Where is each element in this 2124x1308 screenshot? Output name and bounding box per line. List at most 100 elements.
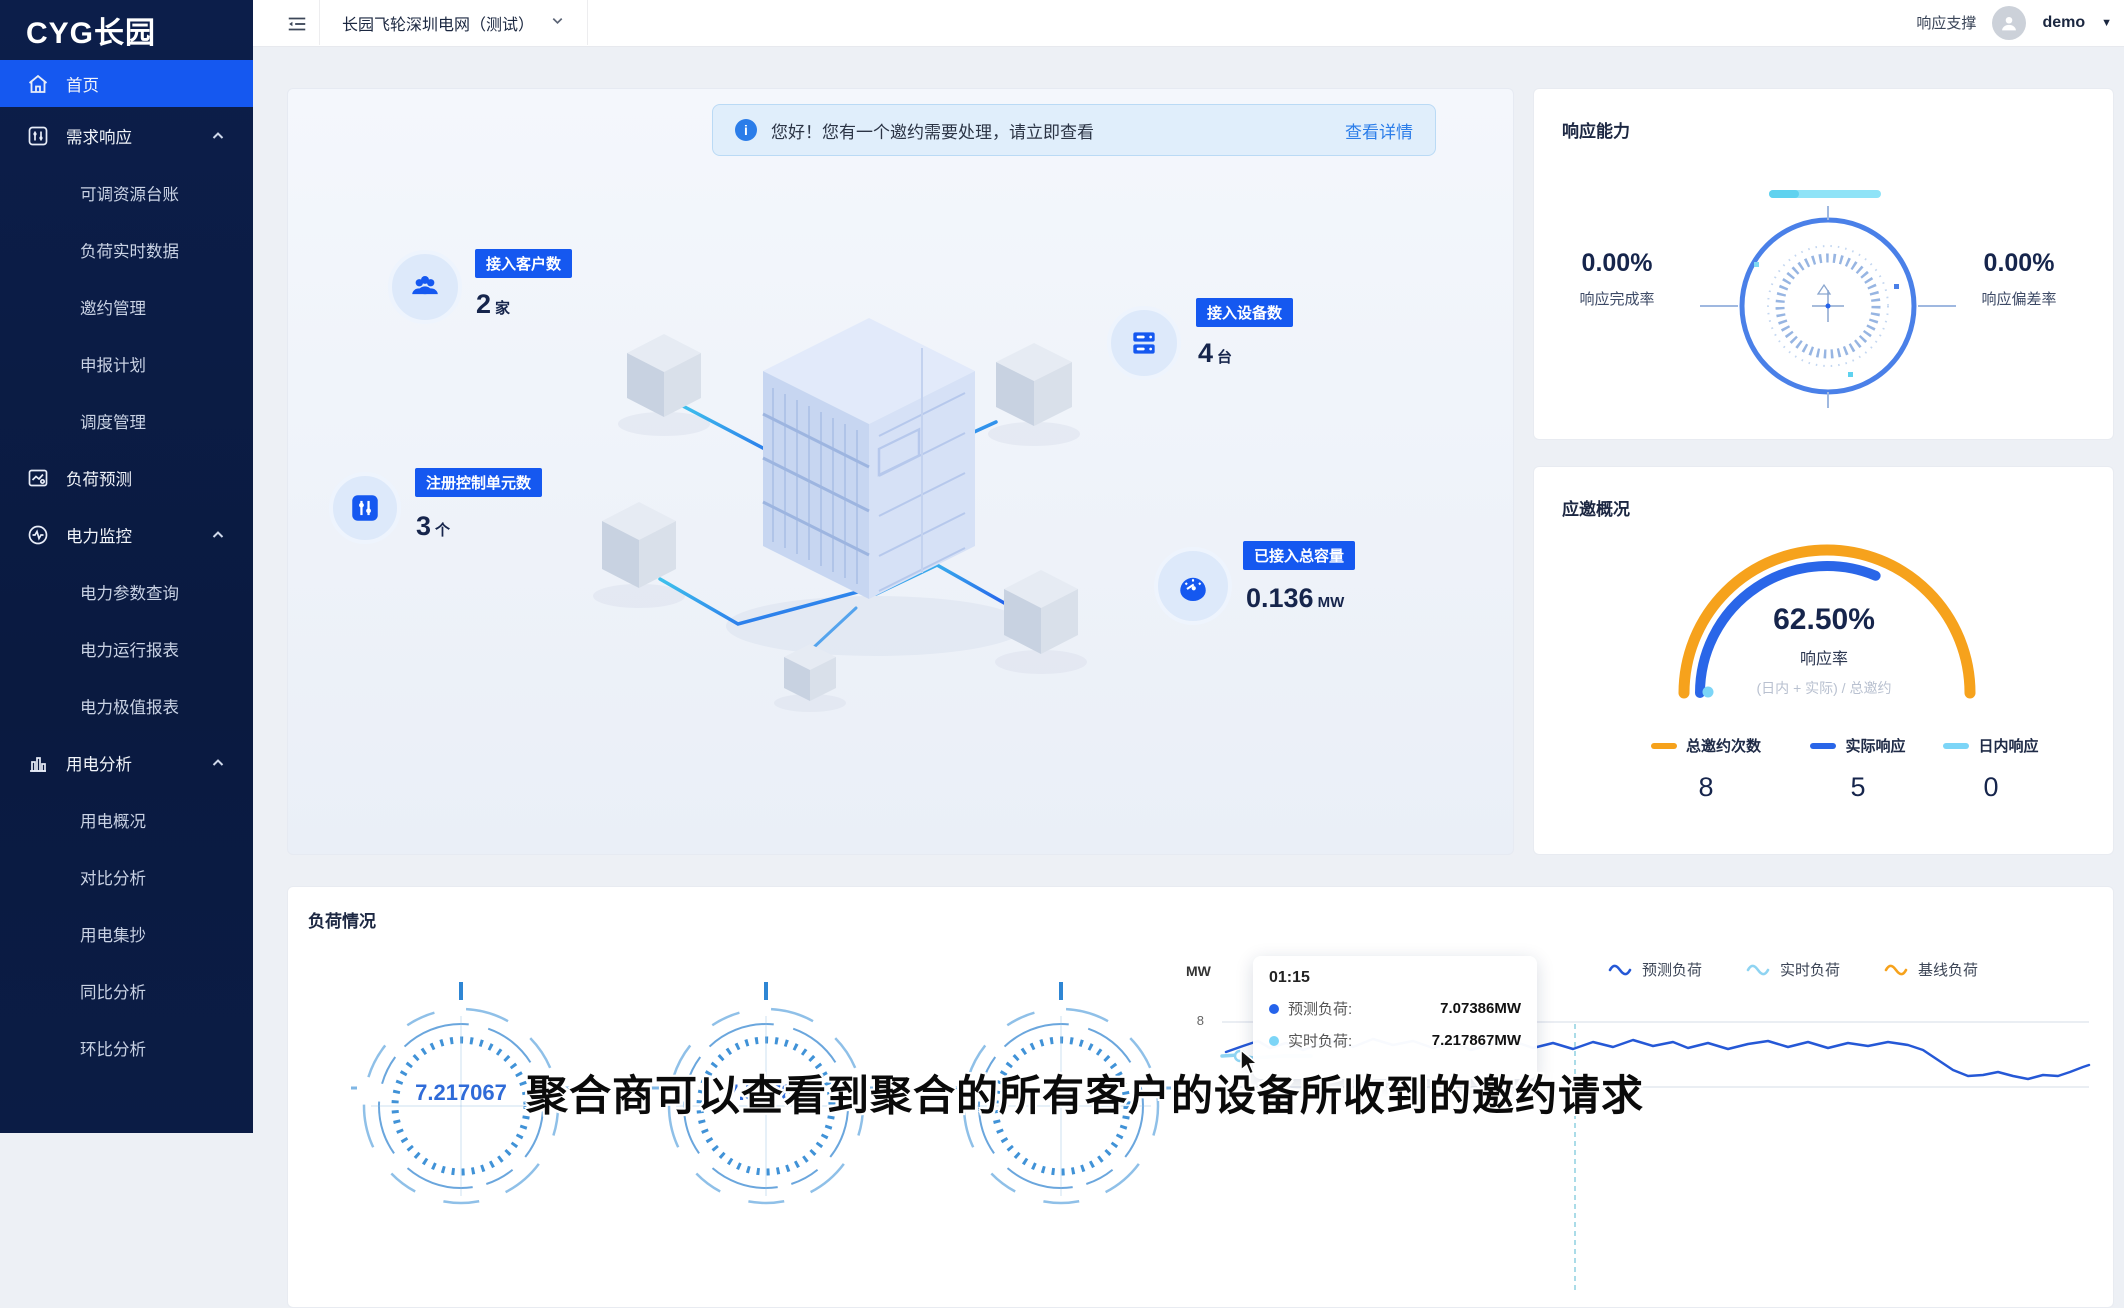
control-unit-icon xyxy=(348,491,382,525)
tooltip-row: 实时负荷: 7.217867MW xyxy=(1269,1030,1521,1051)
bar-chart-icon xyxy=(26,751,50,775)
card-title: 响应能力 xyxy=(1562,117,1630,142)
sliders-icon xyxy=(26,124,50,148)
sidebar-item-label: 负荷预测 xyxy=(66,466,132,490)
legend-value: 0 xyxy=(1926,772,2056,803)
legend-dash-cyan xyxy=(1943,743,1969,749)
edge-cube xyxy=(996,343,1072,426)
sidebar-item-label: 用电分析 xyxy=(66,751,132,775)
users-icon xyxy=(408,270,442,304)
org-selector[interactable]: 长园飞轮深圳电网（测试） xyxy=(319,0,588,45)
sidebar-item-power-monitoring[interactable]: 电力监控 xyxy=(0,506,253,563)
sidebar-item-dispatch-management[interactable]: 调度管理 xyxy=(0,392,253,449)
edge-cube xyxy=(627,334,701,417)
radar-gauge xyxy=(1698,176,1958,436)
dot-cyan xyxy=(1269,1036,1279,1046)
completion-rate-metric: 0.00% 响应完成率 xyxy=(1552,249,1682,309)
chevron-up-icon xyxy=(211,756,225,770)
forecast-icon xyxy=(26,466,50,490)
sidebar-item-power-analysis[interactable]: 用电分析 xyxy=(0,734,253,791)
edge-cube xyxy=(1004,570,1078,654)
sidebar-item-label: 用电概况 xyxy=(80,808,146,832)
sidebar-item-label: 首页 xyxy=(66,72,99,96)
legend-actual-response[interactable]: 实际响应 5 xyxy=(1793,735,1923,803)
legend-label: 实际响应 xyxy=(1845,735,1905,756)
wave-icon xyxy=(1746,963,1770,977)
stat-badge: 已接入总容量 xyxy=(1243,541,1355,570)
devices-stat-icon-circle xyxy=(1107,306,1181,380)
menu-collapse-icon[interactable] xyxy=(286,13,308,35)
legend-label: 日内响应 xyxy=(1978,735,2038,756)
legend-label: 总邀约次数 xyxy=(1686,735,1761,756)
stat-value: 3个 xyxy=(416,511,450,542)
sidebar-item-power-usage-overview[interactable]: 用电概况 xyxy=(0,791,253,848)
wave-icon xyxy=(1884,963,1908,977)
isometric-network-illustration xyxy=(561,296,1141,726)
chart-legend: 预测负荷 实时负荷 基线负荷 xyxy=(1608,959,1978,980)
sidebar-item-label: 申报计划 xyxy=(80,352,146,376)
sidebar-item-label: 需求响应 xyxy=(66,124,132,148)
stat-badge: 接入设备数 xyxy=(1196,298,1293,327)
info-icon: i xyxy=(735,119,757,141)
notification-banner: i 您好！您有一个邀约需要处理，请立即查看 查看详情 xyxy=(712,104,1436,156)
legend-value: 5 xyxy=(1793,772,1923,803)
stat-number: 0.136 xyxy=(1246,583,1314,613)
tooltip-row: 预测负荷: 7.07386MW xyxy=(1269,998,1521,1019)
topbar-right: 响应支撑 demo ▼ xyxy=(1916,0,2112,45)
sidebar-item-declaration-plan[interactable]: 申报计划 xyxy=(0,335,253,392)
sidebar-item-label: 电力极值报表 xyxy=(80,694,179,718)
sidebar-item-invitation-management[interactable]: 邀约管理 xyxy=(0,278,253,335)
stat-number: 2 xyxy=(476,289,491,319)
sidebar-item-label: 可调资源台账 xyxy=(80,181,179,205)
sidebar-item-label: 调度管理 xyxy=(80,409,146,433)
tooltip-value: 7.07386MW xyxy=(1440,1000,1521,1017)
sidebar-item-power-extreme-report[interactable]: 电力极值报表 xyxy=(0,677,253,734)
tooltip-value: 7.217867MW xyxy=(1432,1032,1521,1049)
chevron-up-icon xyxy=(211,528,225,542)
rate-formula: (日内 + 实际) / 总邀约 xyxy=(1694,678,1954,698)
sidebar-item-yoy-analysis[interactable]: 同比分析 xyxy=(0,962,253,1019)
metric-label: 响应偏差率 xyxy=(1944,288,2094,309)
legend-intraday-response[interactable]: 日内响应 0 xyxy=(1926,735,2056,803)
stat-value: 4台 xyxy=(1198,338,1232,369)
stat-value: 0.136MW xyxy=(1246,583,1344,614)
sidebar-item-demand-response[interactable]: 需求响应 xyxy=(0,107,253,164)
legend-item-forecast[interactable]: 预测负荷 xyxy=(1608,959,1702,980)
invitation-rate-block: 62.50% 响应率 (日内 + 实际) / 总邀约 xyxy=(1694,603,1954,698)
legend-item-realtime[interactable]: 实时负荷 xyxy=(1746,959,1840,980)
invitation-overview-card: 应邀概况 62.50% 响应率 (日内 + 实际) / 总邀约 总邀约次数 8 … xyxy=(1533,466,2114,855)
gauge-icon xyxy=(1175,568,1211,604)
sidebar-item-comparison-analysis[interactable]: 对比分析 xyxy=(0,848,253,905)
card-title: 应邀概况 xyxy=(1562,495,1630,520)
sidebar-item-home[interactable]: 首页 xyxy=(0,60,253,107)
sidebar-item-load-forecast[interactable]: 负荷预测 xyxy=(0,449,253,506)
home-icon xyxy=(26,72,50,96)
avatar[interactable] xyxy=(1992,6,2026,40)
sidebar-item-power-parameter-query[interactable]: 电力参数查询 xyxy=(0,563,253,620)
metric-value: 0.00% xyxy=(1944,249,2094,278)
username[interactable]: demo xyxy=(2042,14,2085,32)
sidebar: CYG长园 首页 需求响应 可调资源台账 负荷实时数据 邀约管理 申报计划 调度… xyxy=(0,0,253,1133)
sidebar-item-adjustable-resources[interactable]: 可调资源台账 xyxy=(0,164,253,221)
sidebar-item-mom-analysis[interactable]: 环比分析 xyxy=(0,1019,253,1076)
dot-blue xyxy=(1269,1004,1279,1014)
metric-label: 响应完成率 xyxy=(1552,288,1682,309)
legend-label: 实时负荷 xyxy=(1780,959,1840,980)
caret-down-icon[interactable]: ▼ xyxy=(2101,17,2112,29)
legend-item-baseline[interactable]: 基线负荷 xyxy=(1884,959,1978,980)
sidebar-item-label: 负荷实时数据 xyxy=(80,238,179,262)
legend-total-invitations[interactable]: 总邀约次数 8 xyxy=(1626,735,1786,803)
sidebar-item-load-realtime-data[interactable]: 负荷实时数据 xyxy=(0,221,253,278)
view-details-link[interactable]: 查看详情 xyxy=(1345,118,1413,143)
stat-badge: 接入客户数 xyxy=(475,249,572,278)
tooltip-time: 01:15 xyxy=(1269,969,1521,987)
control-units-stat-icon-circle xyxy=(329,472,401,544)
response-support-link[interactable]: 响应支撑 xyxy=(1916,12,1976,33)
legend-dash-orange xyxy=(1651,743,1677,749)
edge-cube xyxy=(602,502,676,588)
monitor-wave-icon xyxy=(26,523,50,547)
stat-number: 4 xyxy=(1198,338,1213,368)
topbar: 长园飞轮深圳电网（测试） 响应支撑 demo ▼ xyxy=(253,0,2124,47)
sidebar-item-power-operation-report[interactable]: 电力运行报表 xyxy=(0,620,253,677)
sidebar-item-meter-reading[interactable]: 用电集抄 xyxy=(0,905,253,962)
